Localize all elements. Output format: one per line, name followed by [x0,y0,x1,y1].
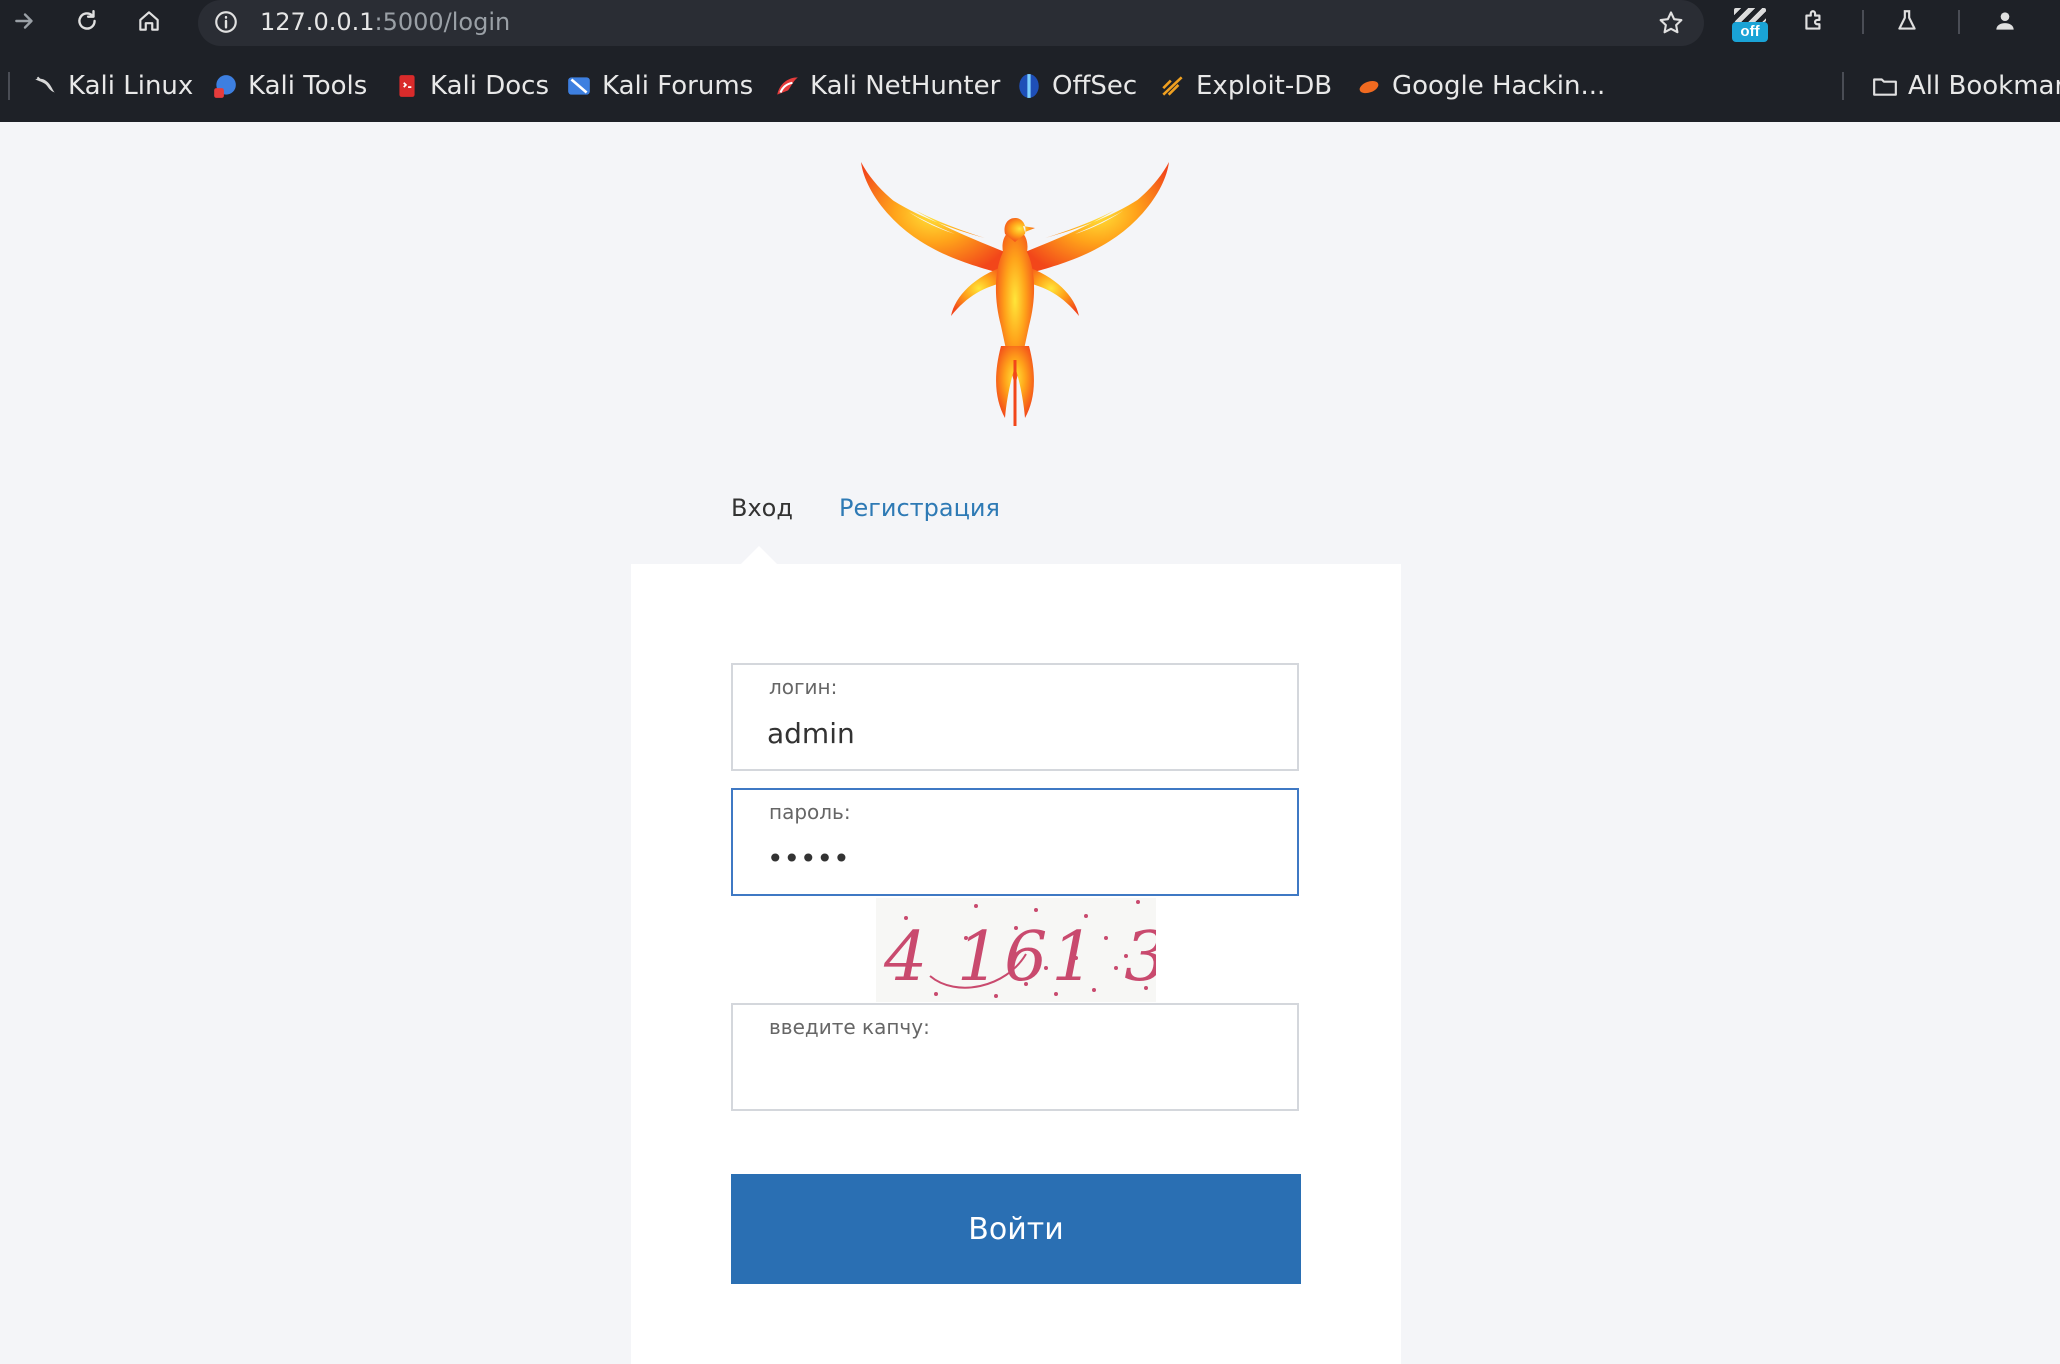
kali-dragon-icon [35,76,55,93]
password-input[interactable] [767,836,1267,880]
bookmark-google-hacking[interactable]: Google Hackin... [1356,68,1605,104]
forward-button[interactable] [8,4,42,38]
url-host: 127.0.0.1 [260,8,375,36]
all-bookmarks-button[interactable]: All Bookmark [1872,68,2060,104]
reload-button[interactable] [70,4,104,38]
info-icon [215,11,237,33]
folder-icon [1873,78,1897,96]
profile-button[interactable] [1988,4,2022,38]
captcha-image: 4 161 3 [876,898,1156,1002]
bookmark-label: Google Hackin... [1392,71,1606,101]
address-bar[interactable]: 127.0.0.1:5000/login [198,0,1704,46]
bookmark-offsec[interactable]: OffSec [1016,68,1137,104]
star-icon [1659,11,1683,34]
bookmark-label: Kali NetHunter [810,71,1001,101]
bookmarks-bar: Kali Linux Kali Tools Kali Docs Kali For… [0,64,2060,108]
url-path: :5000/login [374,8,511,36]
kali-docs-icon [399,75,415,97]
captcha-field[interactable]: введите капчу: [731,1003,1299,1111]
tab-register[interactable]: Регистрация [839,494,1000,522]
login-field[interactable]: логин: [731,663,1299,771]
captcha-text: 4 161 3 [883,918,1156,997]
bookmarks-separator [1842,72,1844,100]
bookmark-exploit-db[interactable]: Exploit-DB [1160,68,1332,104]
tab-login[interactable]: Вход [731,494,793,522]
kali-forums-icon [568,77,590,95]
flask-icon [1898,10,1916,30]
bookmark-label: OffSec [1052,71,1138,101]
extensions-button[interactable] [1797,4,1831,38]
login-submit-button[interactable]: Войти [731,1174,1301,1284]
person-icon [1996,12,2014,30]
bookmark-label: Kali Tools [248,71,368,101]
phoenix-logo [861,162,1169,426]
kali-tools-icon [214,75,236,98]
bookmark-kali-linux[interactable]: Kali Linux [32,68,193,104]
bookmark-label: Kali Docs [430,71,550,101]
toolbar-separator [1862,10,1864,34]
puzzle-icon [1805,10,1821,30]
toolbar-separator [1958,10,1960,34]
nethunter-icon [777,77,798,95]
ghdb-icon [1359,80,1379,94]
extension-badge: off [1732,22,1768,42]
login-label: логин: [769,675,838,699]
password-field[interactable]: пароль: [731,788,1299,896]
clapperboard-icon [1734,8,1766,22]
bookmark-kali-docs[interactable]: Kali Docs [394,68,549,104]
bookmark-label: Kali Linux [68,71,194,101]
bookmark-label: Exploit-DB [1196,71,1333,101]
bookmark-kali-tools[interactable]: Kali Tools [212,68,367,104]
bookmark-kali-nethunter[interactable]: Kali NetHunter [774,68,1000,104]
offsec-icon [1019,74,1039,98]
active-tab-pointer [741,546,777,564]
browser-toolbar: 127.0.0.1:5000/login off [0,0,2060,46]
bookmarks-separator [8,72,10,100]
password-label: пароль: [769,800,851,824]
extension-off-button[interactable]: off [1730,4,1770,44]
bookmark-kali-forums[interactable]: Kali Forums [566,68,753,104]
captcha-label: введите капчу: [769,1015,930,1039]
arrow-right-icon [15,13,33,29]
reload-icon [78,10,96,30]
home-button[interactable] [132,4,166,38]
labs-button[interactable] [1890,4,1924,38]
home-icon [139,11,159,31]
url-text[interactable]: 127.0.0.1:5000/login [260,8,510,36]
all-bookmarks-label: All Bookmark [1908,71,2060,101]
bookmark-label: Kali Forums [602,71,754,101]
captcha-input[interactable] [767,1051,1267,1095]
login-input[interactable] [767,711,1267,755]
browser-chrome: 127.0.0.1:5000/login off Kali Linux Kali… [0,0,2060,122]
exploitdb-icon [1162,76,1183,96]
site-info-button[interactable] [212,8,240,36]
bookmark-star-button[interactable] [1656,8,1686,38]
